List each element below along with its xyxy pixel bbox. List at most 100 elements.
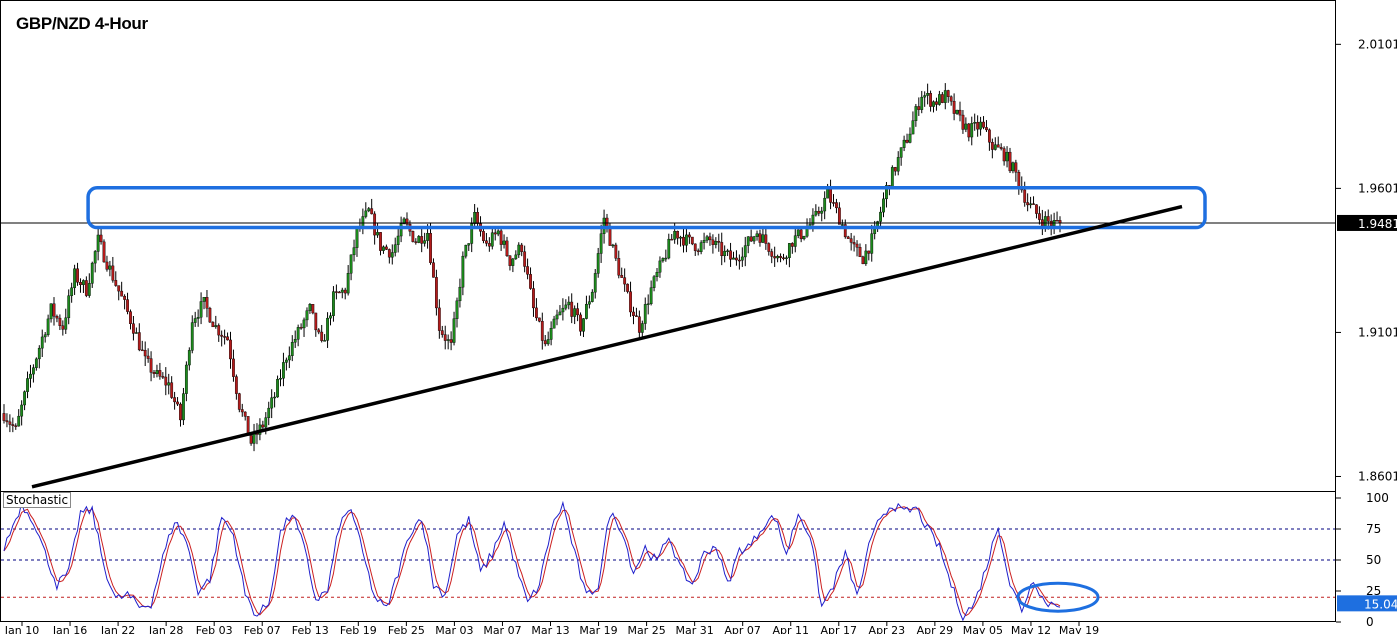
candle-body[interactable] xyxy=(832,202,835,204)
candle-body[interactable] xyxy=(620,275,624,278)
candle-body[interactable] xyxy=(690,236,694,245)
candle-body[interactable] xyxy=(1011,162,1015,172)
candle-body[interactable] xyxy=(240,409,244,413)
candle-body[interactable] xyxy=(199,301,203,318)
candle-body[interactable] xyxy=(746,236,750,246)
candle-body[interactable] xyxy=(511,258,515,266)
candle-body[interactable] xyxy=(202,297,206,302)
candle-body[interactable] xyxy=(914,106,918,121)
candle-body[interactable] xyxy=(717,241,721,243)
candle-body[interactable] xyxy=(711,239,715,245)
candle-body[interactable] xyxy=(846,236,850,239)
candle-body[interactable] xyxy=(485,240,488,244)
candle-body[interactable] xyxy=(596,253,600,274)
candle-body[interactable] xyxy=(96,234,100,252)
candle-body[interactable] xyxy=(473,212,477,224)
candle-body[interactable] xyxy=(599,233,603,254)
candle-body[interactable] xyxy=(490,232,494,247)
candle-body[interactable] xyxy=(261,424,265,428)
candle-body[interactable] xyxy=(176,401,179,405)
candle-body[interactable] xyxy=(896,157,900,172)
candle-body[interactable] xyxy=(105,261,109,270)
candle-body[interactable] xyxy=(696,250,700,252)
candle-body[interactable] xyxy=(432,262,435,278)
candle-body[interactable] xyxy=(935,101,938,105)
candle-body[interactable] xyxy=(414,241,418,243)
candle-body[interactable] xyxy=(537,317,541,322)
candle-body[interactable] xyxy=(667,238,671,259)
candle-body[interactable] xyxy=(1008,151,1012,172)
candle-body[interactable] xyxy=(714,241,718,245)
candle-body[interactable] xyxy=(293,339,297,343)
candle-body[interactable] xyxy=(273,396,277,399)
candle-body[interactable] xyxy=(84,280,88,296)
candle-body[interactable] xyxy=(658,260,662,273)
candle-body[interactable] xyxy=(155,370,159,374)
candle-body[interactable] xyxy=(699,242,703,252)
candle-body[interactable] xyxy=(308,304,312,311)
candle-body[interactable] xyxy=(590,291,594,302)
candle-body[interactable] xyxy=(134,332,138,334)
candle-body[interactable] xyxy=(446,339,450,341)
candle-body[interactable] xyxy=(990,142,994,150)
candle-body[interactable] xyxy=(970,123,974,138)
candle-body[interactable] xyxy=(1023,189,1027,203)
candle-body[interactable] xyxy=(764,234,768,244)
candle-body[interactable] xyxy=(423,240,427,244)
candle-body[interactable] xyxy=(217,325,221,336)
candle-body[interactable] xyxy=(149,358,153,373)
candle-body[interactable] xyxy=(226,336,229,341)
candle-body[interactable] xyxy=(949,96,953,102)
candle-body[interactable] xyxy=(732,257,735,260)
candle-body[interactable] xyxy=(382,246,385,251)
candle-body[interactable] xyxy=(93,251,97,264)
candle-body[interactable] xyxy=(152,372,156,374)
candle-body[interactable] xyxy=(708,236,712,241)
candle-body[interactable] xyxy=(437,307,441,331)
candle-body[interactable] xyxy=(323,340,327,342)
candle-body[interactable] xyxy=(182,393,185,421)
candle-body[interactable] xyxy=(520,244,524,252)
candle-body[interactable] xyxy=(893,167,897,172)
candle-body[interactable] xyxy=(61,325,65,330)
candle-body[interactable] xyxy=(979,121,982,130)
candle-body[interactable] xyxy=(793,235,797,247)
candle-body[interactable] xyxy=(55,316,59,319)
candle-body[interactable] xyxy=(405,218,409,225)
candle-body[interactable] xyxy=(582,318,585,332)
candle-body[interactable] xyxy=(417,236,421,243)
candle-body[interactable] xyxy=(770,251,774,257)
candle-body[interactable] xyxy=(952,100,956,114)
candle-body[interactable] xyxy=(767,243,771,252)
candle-body[interactable] xyxy=(849,238,853,243)
candle-body[interactable] xyxy=(570,301,574,317)
candle-body[interactable] xyxy=(443,334,447,341)
candle-body[interactable] xyxy=(864,250,868,265)
candle-body[interactable] xyxy=(587,301,591,305)
candle-body[interactable] xyxy=(387,249,391,258)
candle-body[interactable] xyxy=(370,208,374,215)
candle-body[interactable] xyxy=(373,213,377,236)
candle-body[interactable] xyxy=(988,129,991,143)
candle-body[interactable] xyxy=(76,268,79,283)
candle-body[interactable] xyxy=(787,243,791,258)
candle-body[interactable] xyxy=(161,376,165,378)
candle-body[interactable] xyxy=(452,318,456,343)
candle-body[interactable] xyxy=(932,101,935,107)
candle-body[interactable] xyxy=(973,122,977,124)
candle-body[interactable] xyxy=(208,308,212,323)
candle-body[interactable] xyxy=(264,417,268,428)
candle-body[interactable] xyxy=(882,198,885,213)
candle-body[interactable] xyxy=(184,364,188,394)
candle-body[interactable] xyxy=(723,250,727,257)
candle-body[interactable] xyxy=(685,234,688,246)
candle-body[interactable] xyxy=(17,415,21,427)
candle-body[interactable] xyxy=(170,382,174,398)
candle-body[interactable] xyxy=(664,257,668,260)
candle-body[interactable] xyxy=(802,235,806,240)
candle-body[interactable] xyxy=(899,147,903,158)
candle-body[interactable] xyxy=(655,272,659,277)
candle-body[interactable] xyxy=(867,250,871,254)
candle-body[interactable] xyxy=(70,287,74,296)
candle-body[interactable] xyxy=(164,376,168,386)
